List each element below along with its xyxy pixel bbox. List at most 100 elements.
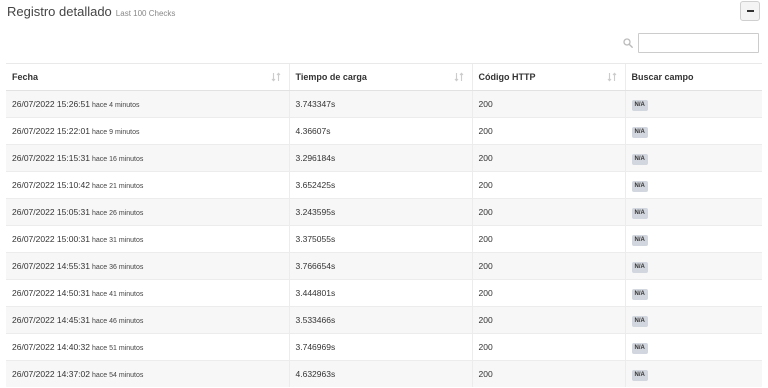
cell-http-code: 200 — [471, 252, 625, 280]
cell-search-field: N/A — [624, 171, 762, 199]
cell-load-time: 3.533466s — [288, 306, 472, 334]
table-row: 26/07/2022 15:22:01 hace 9 minutos 4.36607… — [6, 117, 762, 145]
search-input[interactable] — [638, 33, 759, 53]
table-row: 26/07/2022 14:40:32 hace 51 minutos 3.7469… — [6, 333, 762, 361]
status-badge: N/A — [631, 234, 648, 246]
relative-time: hace 41 minutos — [92, 291, 144, 298]
cell-search-field: N/A — [624, 333, 762, 361]
cell-date: 26/07/2022 14:40:32 hace 51 minutos — [6, 333, 289, 361]
relative-time: hace 9 minutos — [92, 129, 140, 136]
column-header-codigo-http[interactable]: Código HTTP — [471, 63, 625, 91]
collapse-button[interactable] — [740, 1, 760, 21]
status-badge: N/A — [631, 99, 648, 111]
column-header-label: Fecha — [12, 72, 39, 82]
cell-load-time: 4.632963s — [288, 360, 472, 387]
column-header-label: Tiempo de carga — [295, 72, 367, 82]
cell-load-time: 3.375055s — [288, 225, 472, 253]
cell-search-field: N/A — [624, 117, 762, 145]
column-header-tiempo-de-carga[interactable]: Tiempo de carga — [288, 63, 472, 91]
sort-icon — [607, 72, 616, 82]
cell-date: 26/07/2022 15:15:31 hace 16 minutos — [6, 144, 289, 172]
cell-date: 26/07/2022 15:05:31 hace 26 minutos — [6, 198, 289, 226]
relative-time: hace 46 minutos — [92, 318, 144, 325]
cell-http-code: 200 — [471, 198, 625, 226]
cell-http-code: 200 — [471, 333, 625, 361]
table-row: 26/07/2022 14:50:31 hace 41 minutos 3.4448… — [6, 279, 762, 307]
cell-http-code: 200 — [471, 90, 625, 118]
table-row: 26/07/2022 14:55:31 hace 36 minutos 3.7666… — [6, 252, 762, 280]
panel-title: Registro detallado — [7, 4, 112, 19]
status-badge: N/A — [631, 315, 648, 327]
cell-search-field: N/A — [624, 279, 762, 307]
cell-date: 26/07/2022 14:37:02 hace 54 minutos — [6, 360, 289, 387]
relative-time: hace 21 minutos — [92, 183, 144, 190]
cell-http-code: 200 — [471, 144, 625, 172]
cell-date: 26/07/2022 15:22:01 hace 9 minutos — [6, 117, 289, 145]
date-text: 26/07/2022 15:26:51 — [12, 99, 90, 109]
panel-header: Registro detallado Last 100 Checks — [7, 4, 175, 24]
cell-http-code: 200 — [471, 117, 625, 145]
date-text: 26/07/2022 14:45:31 — [12, 315, 90, 325]
relative-time: hace 16 minutos — [92, 156, 144, 163]
search-icon — [623, 38, 633, 48]
cell-load-time: 4.36607s — [288, 117, 472, 145]
sort-icon — [271, 72, 280, 82]
cell-date: 26/07/2022 14:45:31 hace 46 minutos — [6, 306, 289, 334]
relative-time: hace 4 minutos — [92, 102, 140, 109]
table-row: 26/07/2022 15:15:31 hace 16 minutos 3.2961… — [6, 144, 762, 172]
cell-load-time: 3.243595s — [288, 198, 472, 226]
cell-http-code: 200 — [471, 279, 625, 307]
cell-load-time: 3.766654s — [288, 252, 472, 280]
status-badge: N/A — [631, 180, 648, 192]
table-body: 26/07/2022 15:26:51 hace 4 minutos 3.74334… — [6, 90, 762, 387]
cell-date: 26/07/2022 15:26:51 hace 4 minutos — [6, 90, 289, 118]
sort-icon — [454, 72, 463, 82]
cell-search-field: N/A — [624, 306, 762, 334]
status-badge: N/A — [631, 153, 648, 165]
column-header-buscar-campo: Buscar campo — [624, 63, 762, 91]
log-table: Fecha Tiempo de carga Código HTTP Buscar… — [6, 63, 762, 387]
column-header-label: Buscar campo — [631, 72, 694, 82]
date-text: 26/07/2022 15:00:31 — [12, 234, 90, 244]
status-badge: N/A — [631, 126, 648, 138]
cell-date: 26/07/2022 15:00:31 hace 31 minutos — [6, 225, 289, 253]
cell-date: 26/07/2022 14:55:31 hace 36 minutos — [6, 252, 289, 280]
search-bar — [623, 33, 759, 53]
column-header-fecha[interactable]: Fecha — [6, 63, 289, 91]
table-row: 26/07/2022 14:45:31 hace 46 minutos 3.5334… — [6, 306, 762, 334]
cell-load-time: 3.652425s — [288, 171, 472, 199]
date-text: 26/07/2022 15:15:31 — [12, 153, 90, 163]
date-text: 26/07/2022 15:10:42 — [12, 180, 90, 190]
date-text: 26/07/2022 15:05:31 — [12, 207, 90, 217]
cell-load-time: 3.296184s — [288, 144, 472, 172]
status-badge: N/A — [631, 369, 648, 381]
cell-http-code: 200 — [471, 171, 625, 199]
table-row: 26/07/2022 15:00:31 hace 31 minutos 3.3750… — [6, 225, 762, 253]
date-text: 26/07/2022 14:37:02 — [12, 369, 90, 379]
cell-date: 26/07/2022 14:50:31 hace 41 minutos — [6, 279, 289, 307]
date-text: 26/07/2022 14:50:31 — [12, 288, 90, 298]
date-text: 26/07/2022 14:55:31 — [12, 261, 90, 271]
cell-load-time: 3.746969s — [288, 333, 472, 361]
minus-icon — [746, 10, 754, 12]
relative-time: hace 54 minutos — [92, 372, 144, 379]
cell-search-field: N/A — [624, 360, 762, 387]
cell-search-field: N/A — [624, 144, 762, 172]
cell-search-field: N/A — [624, 252, 762, 280]
status-badge: N/A — [631, 288, 648, 300]
cell-http-code: 200 — [471, 360, 625, 387]
relative-time: hace 51 minutos — [92, 345, 144, 352]
cell-search-field: N/A — [624, 198, 762, 226]
cell-http-code: 200 — [471, 306, 625, 334]
column-header-label: Código HTTP — [478, 72, 536, 82]
cell-search-field: N/A — [624, 90, 762, 118]
detailed-log-panel: Registro detallado Last 100 Checks Fecha — [0, 0, 768, 388]
date-text: 26/07/2022 14:40:32 — [12, 342, 90, 352]
status-badge: N/A — [631, 261, 648, 273]
table-header-row: Fecha Tiempo de carga Código HTTP Buscar… — [6, 63, 762, 91]
cell-load-time: 3.743347s — [288, 90, 472, 118]
panel-subtitle: Last 100 Checks — [115, 9, 176, 18]
status-badge: N/A — [631, 342, 648, 354]
table-row: 26/07/2022 15:05:31 hace 26 minutos 3.2435… — [6, 198, 762, 226]
table-row: 26/07/2022 14:37:02 hace 54 minutos 4.6329… — [6, 360, 762, 387]
